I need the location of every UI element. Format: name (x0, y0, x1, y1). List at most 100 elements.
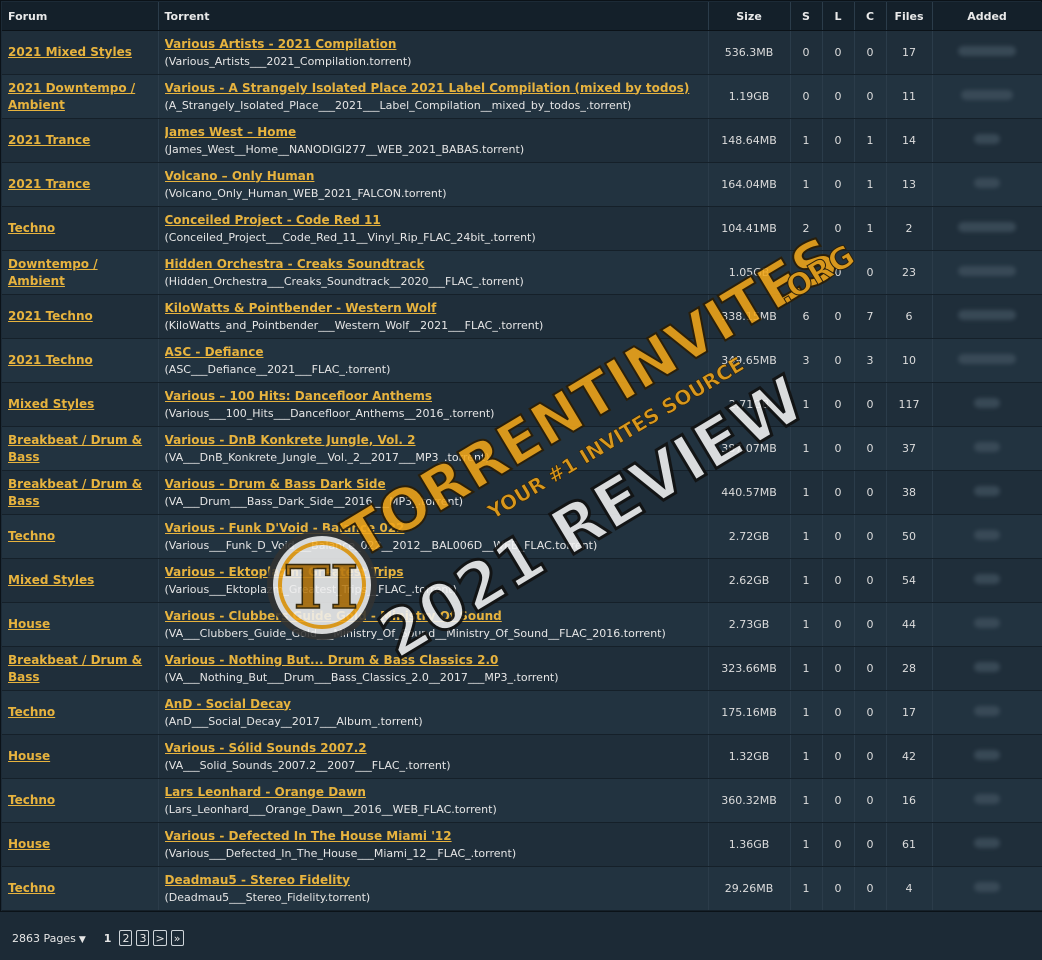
files-cell: 42 (886, 734, 933, 779)
torrent-cell: Various - Drum & Bass Dark Side (VA___Dru… (158, 470, 709, 515)
last-page-button[interactable]: » (170, 930, 184, 946)
seeders-cell: 0 (790, 30, 823, 75)
forum-link[interactable]: House (8, 837, 50, 851)
torrent-cell: Lars Leonhard - Orange Dawn (Lars_Leonhar… (158, 778, 709, 823)
forum-link[interactable]: Mixed Styles (8, 573, 94, 587)
seeders-cell: 1 (790, 646, 823, 691)
torrent-link[interactable]: Lars Leonhard - Orange Dawn (165, 784, 702, 801)
torrent-link[interactable]: Various - Defected In The House Miami '1… (165, 828, 702, 845)
header-torrent[interactable]: Torrent (158, 2, 709, 31)
blurred-date (974, 178, 1000, 188)
torrent-link[interactable]: Various Artists - 2021 Compilation (165, 36, 702, 53)
forum-cell: Techno (2, 206, 159, 251)
size-cell: 536.3MB (708, 30, 791, 75)
forum-link[interactable]: Techno (8, 881, 55, 895)
size-cell: 1.32GB (708, 734, 791, 779)
torrent-link[interactable]: KiloWatts & Pointbender - Western Wolf (165, 300, 702, 317)
forum-link[interactable]: Techno (8, 529, 55, 543)
files-cell: 14 (886, 118, 933, 163)
forum-link[interactable]: Techno (8, 705, 55, 719)
torrent-link[interactable]: AnD - Social Decay (165, 696, 702, 713)
torrent-link[interactable]: Conceiled Project - Code Red 11 (165, 212, 702, 229)
torrent-link[interactable]: Various - Nothing But... Drum & Bass Cla… (165, 652, 702, 669)
pagination: 2863 Pages ▼ 1 2 3 > » (12, 928, 184, 948)
header-completed[interactable]: C (854, 2, 887, 31)
next-page-button[interactable]: > (153, 930, 167, 946)
header-forum[interactable]: Forum (2, 2, 159, 31)
torrent-link[interactable]: Various - A Strangely Isolated Place 202… (165, 80, 702, 97)
size-cell: 29.26MB (708, 866, 791, 911)
torrent-link[interactable]: Various - DnB Konkrete Jungle, Vol. 2 (165, 432, 702, 449)
header-seeders[interactable]: S (790, 2, 823, 31)
torrent-link[interactable]: Volcano – Only Human (165, 168, 702, 185)
torrent-cell: Conceiled Project - Code Red 11 (Conceile… (158, 206, 709, 251)
torrent-link[interactable]: Deadmau5 - Stereo Fidelity (165, 872, 702, 889)
forum-link[interactable]: 2021 Trance (8, 133, 90, 147)
files-cell: 23 (886, 250, 933, 295)
table-row: 2021 Techno ASC - Defiance (ASC___Defiance… (2, 338, 1042, 383)
forum-link[interactable]: Breakbeat / Drum & Bass (8, 477, 142, 508)
torrent-cell: Hidden Orchestra - Creaks Soundtrack (Hid… (158, 250, 709, 295)
forum-cell: Techno (2, 514, 159, 559)
forum-link[interactable]: Breakbeat / Drum & Bass (8, 653, 142, 684)
header-leechers[interactable]: L (822, 2, 855, 31)
forum-cell: 2021 Techno (2, 294, 159, 339)
seeders-cell: 1 (790, 866, 823, 911)
size-cell: 349.65MB (708, 338, 791, 383)
header-files[interactable]: Files (886, 2, 933, 31)
forum-link[interactable]: Techno (8, 221, 55, 235)
torrent-filename: (Various___Ektoplazm_Greatest_Trips__FLA… (164, 582, 457, 596)
torrent-cell: Various - A Strangely Isolated Place 202… (158, 74, 709, 119)
blurred-date (974, 574, 1000, 584)
size-cell: 104.41MB (708, 206, 791, 251)
forum-link[interactable]: House (8, 749, 50, 763)
size-cell: 148.64MB (708, 118, 791, 163)
forum-link[interactable]: 2021 Techno (8, 309, 93, 323)
torrent-filename: (VA___Drum___Bass_Dark_Side__2016___MP3_… (164, 494, 464, 508)
leechers-cell: 0 (822, 118, 855, 163)
page-2-button[interactable]: 2 (119, 930, 133, 946)
leechers-cell: 0 (822, 382, 855, 427)
table-row: Techno Lars Leonhard - Orange Dawn (Lars_L… (2, 778, 1042, 823)
files-cell: 10 (886, 338, 933, 383)
forum-link[interactable]: Techno (8, 793, 55, 807)
torrent-link[interactable]: Hidden Orchestra - Creaks Soundtrack (165, 256, 702, 273)
torrent-cell: Various – 100 Hits: Dancefloor Anthems (V… (158, 382, 709, 427)
forum-link[interactable]: 2021 Techno (8, 353, 93, 367)
completed-cell: 0 (854, 734, 887, 779)
forum-link[interactable]: Downtempo / Ambient (8, 257, 98, 288)
forum-link[interactable]: 2021 Mixed Styles (8, 45, 132, 59)
torrent-link[interactable]: Various - Funk D'Void - Balance 022 (165, 520, 702, 537)
torrent-link[interactable]: Various - Drum & Bass Dark Side (165, 476, 702, 493)
torrent-link[interactable]: Various – 100 Hits: Dancefloor Anthems (165, 388, 702, 405)
torrent-cell: Deadmau5 - Stereo Fidelity (Deadmau5___St… (158, 866, 709, 911)
torrent-link[interactable]: James West – Home (165, 124, 702, 141)
forum-link[interactable]: 2021 Downtempo / Ambient (8, 81, 135, 112)
completed-cell: 0 (854, 778, 887, 823)
forum-link[interactable]: Breakbeat / Drum & Bass (8, 433, 142, 464)
blurred-date (974, 618, 1000, 628)
torrent-filename: (Volcano_Only_Human_WEB_2021_FALCON.torr… (164, 186, 447, 200)
pages-dropdown[interactable]: 2863 Pages ▼ (12, 932, 86, 945)
forum-link[interactable]: 2021 Trance (8, 177, 90, 191)
seeders-cell: 1 (790, 382, 823, 427)
files-cell: 17 (886, 30, 933, 75)
leechers-cell: 0 (822, 558, 855, 603)
size-cell: 1.05GB (708, 250, 791, 295)
size-cell: 2.73GB (708, 602, 791, 647)
added-cell (932, 514, 1042, 559)
forum-link[interactable]: Mixed Styles (8, 397, 94, 411)
completed-cell: 7 (854, 294, 887, 339)
header-size[interactable]: Size (708, 2, 791, 31)
torrent-link[interactable]: Various - Ektoplazm: Greatest Trips (165, 564, 702, 581)
table-row: Breakbeat / Drum & Bass Various - Drum & … (2, 470, 1042, 515)
completed-cell: 0 (854, 470, 887, 515)
torrent-link[interactable]: Various - Sólid Sounds 2007.2 (165, 740, 702, 757)
header-added[interactable]: Added (932, 2, 1042, 31)
torrent-link[interactable]: ASC - Defiance (165, 344, 702, 361)
page-3-button[interactable]: 3 (136, 930, 150, 946)
blurred-date (974, 750, 1000, 760)
forum-link[interactable]: House (8, 617, 50, 631)
torrent-link[interactable]: Various - Clubbers Guide Gold - Ministry… (165, 608, 702, 625)
forum-cell: 2021 Techno (2, 338, 159, 383)
